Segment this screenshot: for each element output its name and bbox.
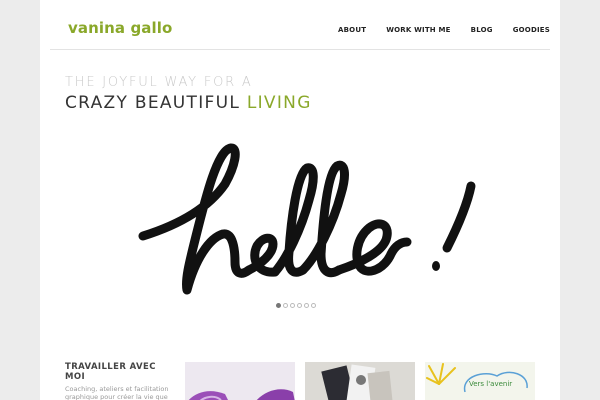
nav-item-about[interactable]: ABOUT	[338, 26, 366, 34]
slider-dot-3[interactable]	[290, 303, 295, 308]
nav-item-goodies[interactable]: GOODIES	[513, 26, 550, 34]
slider-dot-4[interactable]	[297, 303, 302, 308]
site-header: vanina gallo ABOUT WORK WITH ME BLOG GOO…	[50, 0, 550, 50]
slider-dot-1[interactable]	[276, 303, 281, 308]
thumbnail-caption: Vers l'avenir	[469, 380, 512, 388]
hero-hello-lettering	[138, 143, 476, 295]
main-nav: ABOUT WORK WITH ME BLOG GOODIES	[318, 26, 550, 34]
work-with-me-title[interactable]: TRAVAILLER AVEC MOI	[65, 362, 175, 382]
tagline-line-2: CRAZY BEAUTIFUL LIVING	[65, 93, 312, 113]
tagline-line-1: THE JOYFUL WAY FOR A	[65, 75, 253, 90]
slider-dot-6[interactable]	[311, 303, 316, 308]
site-logo[interactable]: vanina gallo	[68, 19, 172, 37]
tagline-main: CRAZY BEAUTIFUL	[65, 93, 241, 113]
page: vanina gallo ABOUT WORK WITH ME BLOG GOO…	[40, 0, 560, 400]
nav-item-work-with-me[interactable]: WORK WITH ME	[386, 26, 450, 34]
slider-dot-2[interactable]	[283, 303, 288, 308]
nav-item-blog[interactable]: BLOG	[471, 26, 493, 34]
tagline-accent: LIVING	[246, 93, 312, 113]
exclamation-dot	[432, 261, 440, 271]
thumbnail-cards-photo[interactable]	[305, 362, 415, 400]
work-with-me-description: Coaching, ateliers et facilitation graph…	[65, 385, 169, 400]
thumbnail-vers-l-avenir-drawing[interactable]: Vers l'avenir	[425, 362, 535, 400]
work-with-me-block: TRAVAILLER AVEC MOI Coaching, ateliers e…	[65, 362, 175, 400]
slider-pagination	[276, 303, 316, 308]
thumbnail-purple-object[interactable]	[185, 362, 295, 400]
slider-dot-5[interactable]	[304, 303, 309, 308]
